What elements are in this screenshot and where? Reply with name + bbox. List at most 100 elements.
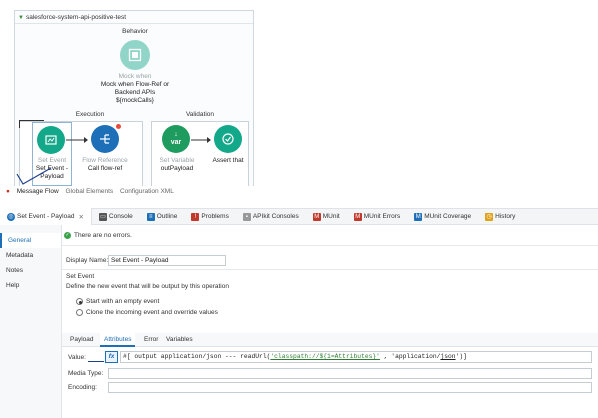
section-desc: Define the new event that will be output…: [66, 283, 229, 290]
message-flow-icon: ●: [6, 188, 10, 195]
option-clone-label: Clone the incoming event and override va…: [86, 309, 218, 317]
fx-toggle-button[interactable]: fx: [105, 351, 118, 363]
flow-arrow: [191, 137, 211, 143]
tab-set-event-payload[interactable]: ◎ Set Event - Payload ✕: [0, 208, 92, 225]
behavior-title: Behavior: [122, 28, 148, 35]
tab-apikit-consoles[interactable]: ▪ APIkit Consoles: [236, 208, 306, 225]
var-icon: ↓ var: [170, 131, 182, 146]
flow-reference-node[interactable]: [91, 125, 119, 153]
value-label: Value:: [68, 354, 86, 361]
option-clone-event[interactable]: Clone the incoming event and override va…: [76, 309, 218, 316]
underline-annotation: [88, 361, 104, 362]
tab-problems[interactable]: ! Problems: [184, 208, 235, 225]
tab-label: APIkit Consoles: [252, 213, 299, 220]
mock-when-node[interactable]: [120, 40, 150, 70]
set-event-icon: ◎: [7, 212, 15, 221]
divider: [62, 269, 598, 270]
properties-side-nav: General Metadata Notes Help: [0, 225, 62, 418]
tab-label: MUnit Coverage: [424, 213, 472, 220]
set-event-node[interactable]: [37, 126, 65, 154]
code-segment: ')]: [455, 353, 467, 360]
side-item-notes[interactable]: Notes: [0, 263, 61, 278]
tab-munit-coverage[interactable]: M MUnit Coverage: [407, 208, 478, 225]
side-item-general[interactable]: General: [0, 233, 61, 248]
media-type-field[interactable]: [108, 368, 592, 379]
tab-error[interactable]: Error: [140, 333, 162, 347]
media-type-label: Media Type:: [68, 370, 104, 377]
munit-errors-icon: M: [353, 212, 362, 221]
tab-munit[interactable]: M MUnit: [306, 208, 347, 225]
tab-global-elements[interactable]: Global Elements: [65, 188, 113, 195]
tab-attributes[interactable]: Attributes: [100, 333, 136, 347]
ok-check-icon: ✓: [64, 232, 71, 239]
set-event-icon: [45, 135, 57, 145]
radio-unselected[interactable]: [76, 309, 83, 316]
canvas-tab-bar: ● Message Flow Global Elements Configura…: [0, 186, 598, 197]
error-dot-icon: [115, 123, 122, 130]
encoding-field[interactable]: [108, 382, 592, 393]
munit-coverage-icon: M: [414, 212, 423, 221]
set-var-type: Set Variable: [159, 157, 195, 164]
tab-payload[interactable]: Payload: [66, 333, 98, 347]
event-sub-tab-bar: Payload Attributes Error Variables: [62, 333, 598, 347]
code-json: json: [440, 353, 456, 360]
apikit-icon: ▪: [242, 212, 251, 221]
mock-icon: [128, 48, 142, 62]
code-segment: #[ output application/json --- readUrl(: [123, 353, 271, 360]
console-icon: ▭: [98, 212, 107, 221]
divider: [62, 245, 598, 246]
flow-ref-icon: [100, 134, 110, 144]
close-icon[interactable]: ✕: [78, 213, 83, 221]
outline-icon: ≡: [146, 212, 155, 221]
option-empty-event[interactable]: Start with an empty event: [76, 298, 159, 305]
flow-header[interactable]: ▼ salesforce-system-api-positive-test: [15, 11, 253, 24]
set-event-type: Set Event: [37, 157, 67, 164]
assert-check-icon: [222, 133, 234, 145]
tab-munit-errors[interactable]: M MUnit Errors: [347, 208, 407, 225]
collapse-triangle-icon[interactable]: ▼: [18, 15, 24, 21]
execution-title: Execution: [75, 111, 105, 118]
problems-icon: !: [191, 212, 200, 221]
assert-that-label: Assert that: [212, 157, 244, 164]
assert-that-node[interactable]: [214, 125, 242, 153]
encoding-label: Encoding:: [68, 384, 97, 391]
var-icon-text: var: [170, 139, 182, 146]
flow-name: salesforce-system-api-positive-test: [25, 14, 127, 21]
validation-title: Validation: [185, 111, 215, 118]
display-name-label: Display Name:: [66, 257, 109, 264]
flow-ref-desc: Call flow-ref: [87, 165, 123, 172]
status-text: There are no errors.: [74, 232, 132, 240]
tab-outline[interactable]: ≡ Outline: [140, 208, 185, 225]
set-variable-node[interactable]: ↓ var: [162, 125, 190, 153]
tab-label: Problems: [201, 213, 229, 220]
flow-arrow: [66, 137, 88, 143]
flow-ref-type: Flow Reference: [82, 157, 128, 164]
tab-label: Outline: [156, 213, 178, 220]
tab-variables[interactable]: Variables: [162, 333, 197, 347]
option-empty-label: Start with an empty event: [86, 298, 160, 306]
display-name-field[interactable]: Set Event - Payload: [108, 255, 226, 266]
tab-configuration-xml[interactable]: Configuration XML: [120, 188, 174, 195]
set-variable-label: Set Variable outPayload: [155, 157, 199, 173]
flow-canvas: ▼ salesforce-system-api-positive-test Beh…: [0, 0, 598, 196]
tab-message-flow[interactable]: Message Flow: [17, 188, 59, 195]
view-tab-bar: ◎ Set Event - Payload ✕ ▭ Console ≡ Outlin…: [0, 208, 598, 225]
tab-label: History: [495, 213, 516, 220]
tab-label: Set Event - Payload: [17, 213, 75, 220]
tab-history[interactable]: ◷ History: [478, 208, 522, 225]
tab-console[interactable]: ▭ Console: [92, 208, 140, 225]
test-flow-container[interactable]: ▼ salesforce-system-api-positive-test Beh…: [14, 10, 254, 190]
tab-label: MUnit: [322, 213, 340, 220]
side-item-help[interactable]: Help: [0, 278, 61, 293]
set-var-desc: outPayload: [160, 165, 194, 172]
section-title: Set Event: [66, 273, 95, 280]
flow-ref-label: Flow Reference Call flow-ref: [78, 157, 132, 173]
value-expression-field[interactable]: #[ output application/json --- readUrl( '…: [120, 351, 592, 363]
tab-label: Console: [108, 213, 133, 220]
tab-label: MUnit Errors: [363, 213, 401, 220]
code-segment: , 'application/: [379, 353, 441, 360]
radio-selected[interactable]: [76, 298, 83, 305]
status-line: ✓ There are no errors.: [64, 232, 132, 239]
side-item-metadata[interactable]: Metadata: [0, 248, 61, 263]
mock-when-type: Mock when: [118, 73, 152, 80]
